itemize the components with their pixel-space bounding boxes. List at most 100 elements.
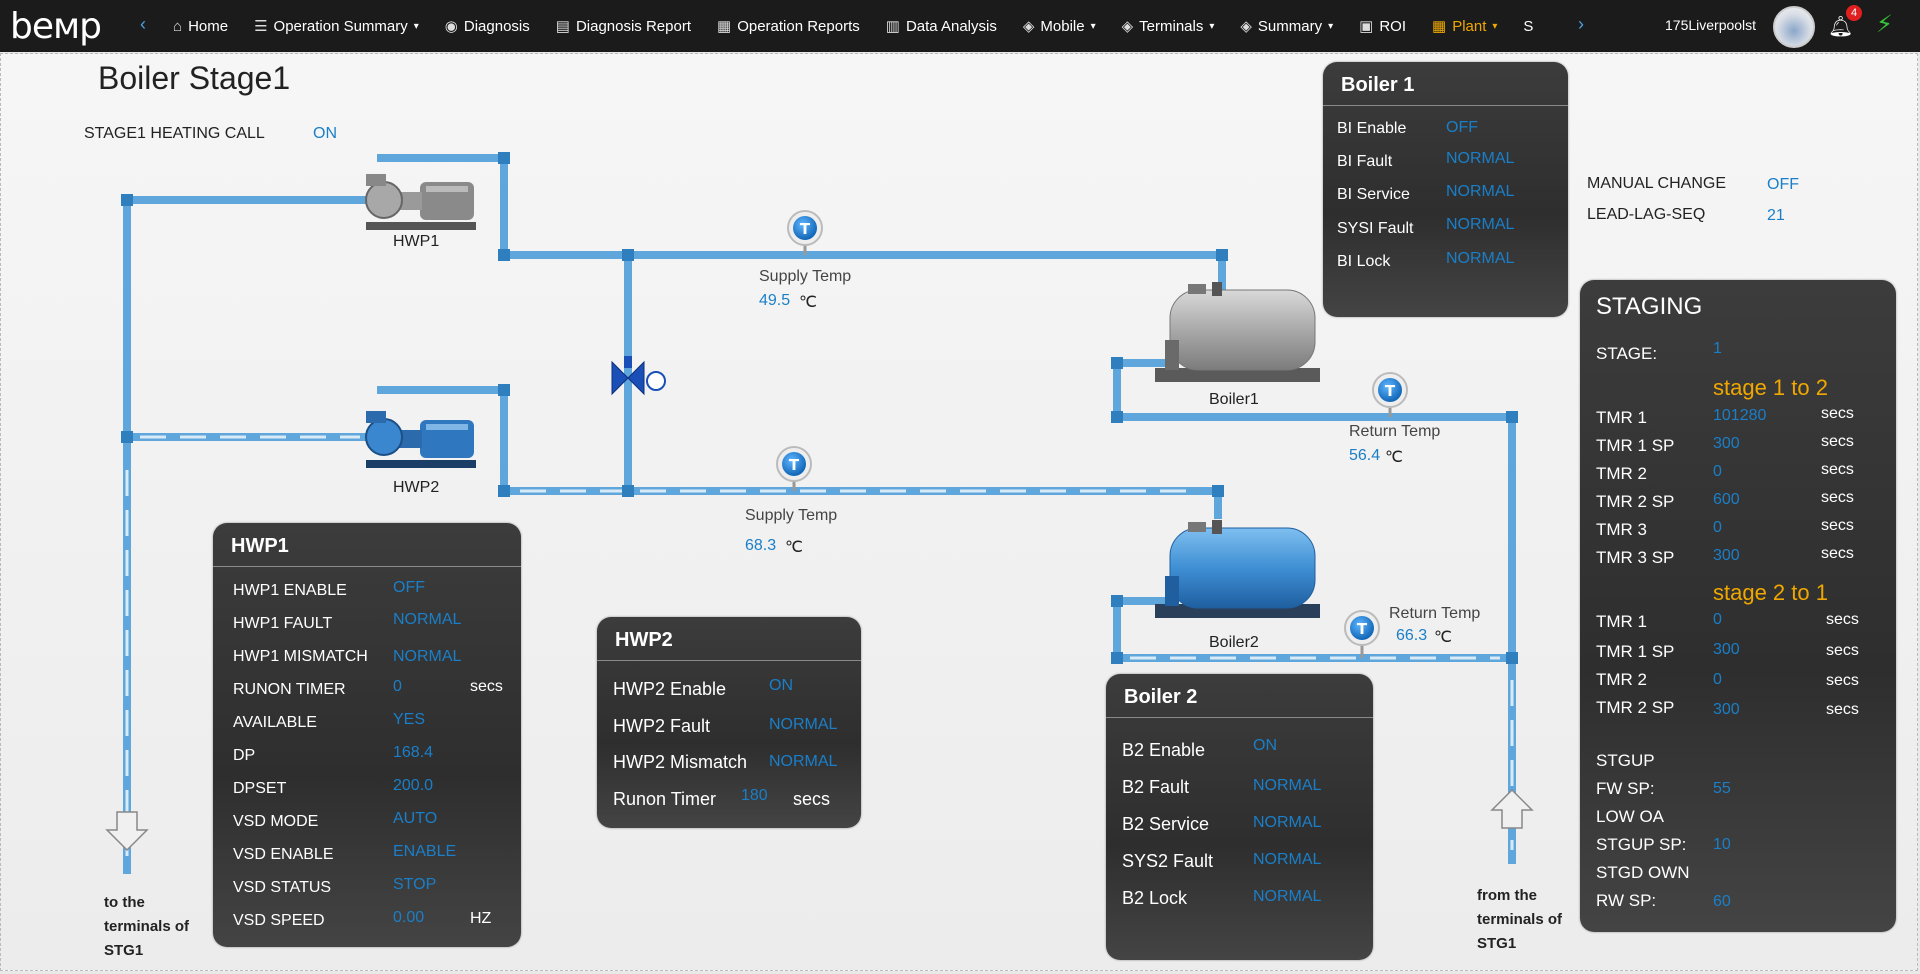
stage-down-row-unit: secs xyxy=(1826,611,1859,628)
hwp1-label: HWP1 xyxy=(393,233,440,250)
hwp1-row-label: DPSET xyxy=(233,780,287,797)
hwp1-row-label: VSD MODE xyxy=(233,813,319,830)
stage-up-row-label: TMR 3 xyxy=(1596,520,1647,539)
supply-temp-2-value: 68.3 xyxy=(745,537,777,554)
stage-up-row-unit: secs xyxy=(1821,489,1854,506)
hwp1-row-label: AVAILABLE xyxy=(233,714,317,731)
hwp1-row-value: 168.4 xyxy=(393,744,434,761)
hwp2-row-value: 180 xyxy=(741,787,768,804)
supply-temp-1-sensor-icon: T xyxy=(787,210,823,255)
hwp1-row-value: YES xyxy=(393,711,426,728)
svg-text:T: T xyxy=(1385,382,1396,400)
hwp1-row-label: HWP1 MISMATCH xyxy=(233,648,368,665)
stage-up-row-unit: secs xyxy=(1821,461,1854,478)
staging-extra-value[interactable]: 60 xyxy=(1713,893,1731,911)
boiler1-row-label: BI Enable xyxy=(1337,120,1407,137)
hwp2-row-label: HWP2 Enable xyxy=(613,679,727,699)
stage-down-row-label: TMR 2 xyxy=(1596,670,1647,689)
hwp1-row-label: HWP1 FAULT xyxy=(233,615,333,632)
hwp1-row-label: DP xyxy=(233,747,256,764)
boiler2-row-value: NORMAL xyxy=(1253,851,1322,868)
hwp1-row-label: VSD STATUS xyxy=(233,879,332,896)
stage-up-row-label: TMR 2 xyxy=(1596,464,1647,483)
boiler1-row-value: NORMAL xyxy=(1446,150,1515,167)
hwp1-row-value: 200.0 xyxy=(393,777,434,794)
svg-text:T: T xyxy=(800,220,811,238)
bypass-valve-icon xyxy=(611,356,666,396)
hwp1-row-value: ENABLE xyxy=(393,843,457,860)
stage-up-row-label: TMR 1 SP xyxy=(1596,436,1675,455)
staging-extra-label: LOW OA xyxy=(1596,807,1665,826)
stage-up-row-label: TMR 1 xyxy=(1596,408,1647,427)
boiler2-panel: Boiler 2 B2 Enable ON B2 Fault NORMAL B2… xyxy=(1106,674,1373,960)
from-terminals-note: from the terminals of STG1 xyxy=(1477,887,1563,952)
stage-down-row-value[interactable]: 300 xyxy=(1713,641,1740,659)
staging-title: STAGING xyxy=(1596,293,1703,320)
return-temp-2-sensor-icon: T xyxy=(1344,610,1380,658)
stage-label: STAGE: xyxy=(1596,344,1658,363)
supply-temp-1-label: Supply Temp xyxy=(759,268,852,285)
svg-text:T: T xyxy=(1357,620,1368,638)
boiler1-row-label: SYSI Fault xyxy=(1337,220,1414,237)
stage-up-row-unit: secs xyxy=(1821,517,1854,534)
stage-down-row-value: 0 xyxy=(1713,611,1722,628)
down-arrow-icon xyxy=(105,811,149,852)
supply-temp-2-label: Supply Temp xyxy=(745,507,838,524)
return-temp-2-value: 66.3 xyxy=(1396,627,1428,644)
staging-extra-value[interactable]: 10 xyxy=(1713,836,1731,854)
hwp1-row-value[interactable]: OFF xyxy=(393,579,425,597)
boiler2-row-label: SYS2 Fault xyxy=(1122,851,1214,871)
return-temp-1-label: Return Temp xyxy=(1349,423,1441,440)
stage-down-row-label: TMR 2 SP xyxy=(1596,698,1675,717)
stage-down-row-unit: secs xyxy=(1826,672,1859,689)
hwp1-panel-title: HWP1 xyxy=(213,523,521,567)
up-arrow-icon xyxy=(1490,788,1534,829)
stage-up-row-value[interactable]: 300 xyxy=(1713,435,1740,453)
hwp1-row-value: STOP xyxy=(393,876,437,893)
stage-up-row-unit: secs xyxy=(1821,433,1854,450)
svg-text:T: T xyxy=(789,456,800,474)
stage-up-row-value: 0 xyxy=(1713,463,1722,480)
stage-up-row-value[interactable]: 300 xyxy=(1713,547,1740,565)
to-terminals-note: to the terminals of STG1 xyxy=(104,894,190,959)
hwp1-row-value: 0.00 xyxy=(393,909,425,926)
stage-up-row-label: TMR 2 SP xyxy=(1596,492,1675,511)
return-temp-1-value: 56.4 xyxy=(1349,447,1381,464)
return-temp-2-label: Return Temp xyxy=(1389,605,1481,622)
heating-call-value[interactable]: ON xyxy=(313,125,337,143)
boiler2-row-value[interactable]: ON xyxy=(1253,737,1277,755)
supply-temp-1-unit: ℃ xyxy=(799,294,817,311)
hwp2-row-value: NORMAL xyxy=(769,716,838,733)
return-temp-2-unit: ℃ xyxy=(1434,629,1452,646)
manual-change-label: MANUAL CHANGE xyxy=(1587,175,1726,192)
boiler1-panel-title: Boiler 1 xyxy=(1323,62,1568,106)
stage-down-row-unit: secs xyxy=(1826,701,1859,718)
staging-extra-value[interactable]: 55 xyxy=(1713,780,1731,798)
boiler1-row-value: NORMAL xyxy=(1446,216,1515,233)
supply-temp-1-value: 49.5 xyxy=(759,292,791,309)
hwp1-row-label: VSD SPEED xyxy=(233,912,325,929)
stage-up-row-value[interactable]: 600 xyxy=(1713,491,1740,509)
boiler2-label: Boiler2 xyxy=(1209,634,1259,651)
boiler1-row-label: BI Service xyxy=(1337,186,1410,203)
stage-down-row-label: TMR 1 SP xyxy=(1596,642,1675,661)
manual-change-value[interactable]: OFF xyxy=(1767,176,1799,194)
boiler2-row-value: NORMAL xyxy=(1253,814,1322,831)
boiler1-row-value[interactable]: OFF xyxy=(1446,119,1478,137)
supply-temp-2-unit: ℃ xyxy=(785,539,803,556)
boiler2-icon xyxy=(1155,520,1320,618)
lead-lag-label: LEAD-LAG-SEQ xyxy=(1587,206,1706,223)
hwp2-row-value: NORMAL xyxy=(769,753,838,770)
hwp1-row-label: RUNON TIMER xyxy=(233,681,346,698)
stage-up-row-value: 0 xyxy=(1713,519,1722,536)
hwp2-row-label: HWP2 Mismatch xyxy=(613,752,748,772)
stage-down-row-value[interactable]: 300 xyxy=(1713,701,1740,719)
staging-extra-label: STGUP xyxy=(1596,751,1655,770)
heating-call-label: STAGE1 HEATING CALL xyxy=(84,125,265,142)
page-title: Boiler Stage1 xyxy=(98,60,291,96)
hwp1-row-value: AUTO xyxy=(393,810,438,827)
hwp2-row-value[interactable]: ON xyxy=(769,677,793,695)
stage-value: 1 xyxy=(1713,340,1722,357)
stage-up-row-value: 101280 xyxy=(1713,407,1767,424)
lead-lag-value[interactable]: 21 xyxy=(1767,207,1785,225)
